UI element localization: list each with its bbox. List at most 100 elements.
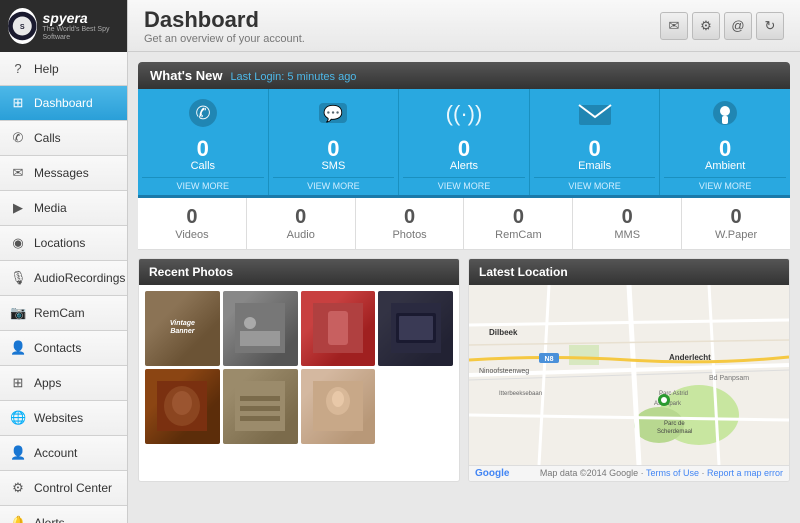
sidebar-item-apps[interactable]: ⊞ Apps: [0, 366, 127, 401]
photo-1[interactable]: VintageBanner: [145, 291, 220, 366]
photo-6[interactable]: [223, 369, 298, 444]
report-link[interactable]: Report a map error: [707, 468, 783, 478]
sms-stat-icon: 💬: [313, 97, 353, 136]
sidebar-label-contacts: Contacts: [34, 341, 81, 355]
ambient-view-more[interactable]: VIEW MORE: [664, 177, 786, 191]
svg-text:💬: 💬: [323, 104, 343, 123]
stat-calls: ✆ 0 Calls VIEW MORE: [138, 89, 269, 195]
media-mms: 0 MMS: [573, 198, 682, 249]
svg-text:S: S: [20, 23, 25, 31]
help-icon: ?: [10, 61, 26, 76]
alerts-label: Alerts: [450, 160, 478, 172]
stat-ambient: 0 Ambient VIEW MORE: [660, 89, 790, 195]
page-subtitle: Get an overview of your account.: [144, 33, 305, 45]
latest-location-panel: Latest Location: [468, 258, 790, 482]
svg-text:Scherdemaal: Scherdemaal: [657, 429, 692, 435]
photo-4[interactable]: [378, 291, 453, 366]
photos-label: Photos: [360, 229, 460, 241]
sms-count: 0: [327, 138, 339, 160]
sidebar-item-contacts[interactable]: 👤 Contacts: [0, 331, 127, 366]
sidebar-item-media[interactable]: ▶ Media: [0, 191, 127, 226]
videos-count: 0: [142, 206, 242, 229]
email-header-button[interactable]: ✉: [660, 12, 688, 40]
sidebar-label-media: Media: [34, 201, 67, 215]
sidebar-label-dashboard: Dashboard: [34, 96, 93, 110]
svg-text:Ninoofsteenweg: Ninoofsteenweg: [479, 368, 529, 375]
latest-location-header: Latest Location: [469, 259, 789, 285]
sidebar-item-audio-recordings[interactable]: 🎙 AudioRecordings: [0, 261, 127, 296]
photos-grid: VintageBanner: [139, 285, 459, 450]
media-audio: 0 Audio: [247, 198, 356, 249]
locations-icon: ◉: [10, 235, 26, 251]
sidebar-label-locations: Locations: [34, 236, 85, 250]
photo-2[interactable]: [223, 291, 298, 366]
stat-sms: 💬 0 SMS VIEW MORE: [269, 89, 400, 195]
main-content: Dashboard Get an overview of your accoun…: [128, 0, 800, 523]
map-data-label: Map data ©2014 Google · Terms of Use · R…: [540, 468, 783, 479]
sidebar-item-locations[interactable]: ◉ Locations: [0, 226, 127, 261]
terms-link[interactable]: Terms of Use: [646, 468, 699, 478]
whats-new-title: What's New: [150, 68, 222, 83]
map-container[interactable]: Ninoofsteenweg Anderlecht Dilbeek Itterb…: [469, 285, 789, 465]
sidebar-label-calls: Calls: [34, 131, 61, 145]
media-photos: 0 Photos: [356, 198, 465, 249]
alerts-view-more[interactable]: VIEW MORE: [403, 177, 525, 191]
emails-view-more[interactable]: VIEW MORE: [534, 177, 656, 191]
calls-stat-icon: ✆: [183, 97, 223, 136]
page-title: Dashboard: [144, 7, 305, 33]
logo-area: S spyera The World's Best Spy Software: [0, 0, 127, 52]
header-actions: ✉ ⚙ @ ↻: [660, 12, 784, 40]
recent-photos-header: Recent Photos: [139, 259, 459, 285]
sidebar-label-alerts: Alerts: [34, 516, 65, 523]
mms-count: 0: [577, 206, 677, 229]
sidebar-label-audio: AudioRecordings: [34, 271, 125, 285]
sidebar-label-apps: Apps: [34, 376, 61, 390]
sidebar-item-messages[interactable]: ✉ Messages: [0, 156, 127, 191]
videos-label: Videos: [142, 229, 242, 241]
refresh-header-button[interactable]: ↻: [756, 12, 784, 40]
logo-tagline: The World's Best Spy Software: [43, 26, 119, 43]
emails-stat-icon: [575, 97, 615, 136]
photos-count: 0: [360, 206, 460, 229]
sms-view-more[interactable]: VIEW MORE: [273, 177, 395, 191]
photo-7[interactable]: [301, 369, 376, 444]
svg-text:Itterbeeksebaan: Itterbeeksebaan: [499, 391, 542, 397]
settings-header-button[interactable]: ⚙: [692, 12, 720, 40]
map-background: Ninoofsteenweg Anderlecht Dilbeek Itterb…: [469, 285, 789, 465]
svg-text:((·)): ((·)): [446, 101, 483, 126]
sidebar-item-calls[interactable]: ✆ Calls: [0, 121, 127, 156]
svg-text:✆: ✆: [195, 103, 210, 123]
calls-view-more[interactable]: VIEW MORE: [142, 177, 264, 191]
svg-text:Anderlecht: Anderlecht: [669, 353, 711, 362]
sidebar-item-websites[interactable]: 🌐 Websites: [0, 401, 127, 436]
whats-new-bar: What's New Last Login: 5 minutes ago: [138, 62, 790, 89]
sidebar-label-websites: Websites: [34, 411, 83, 425]
photo-5[interactable]: [145, 369, 220, 444]
svg-text:Dilbeek: Dilbeek: [489, 328, 518, 337]
logo-brand: spyera: [43, 10, 119, 26]
alerts-count: 0: [458, 138, 470, 160]
audio-label: Audio: [251, 229, 351, 241]
calls-count: 0: [197, 138, 209, 160]
audio-icon: 🎙: [10, 270, 26, 286]
sidebar-item-account[interactable]: 👤 Account: [0, 436, 127, 471]
photo-3[interactable]: [301, 291, 376, 366]
sidebar-item-remcam[interactable]: 📷 RemCam: [0, 296, 127, 331]
sms-label: SMS: [321, 160, 345, 172]
account-icon: 👤: [10, 445, 26, 461]
sidebar-item-alerts[interactable]: 🔔 Alerts: [0, 506, 127, 523]
media-wpaper: 0 W.Paper: [682, 198, 790, 249]
ambient-stat-icon: [705, 97, 745, 136]
emails-count: 0: [588, 138, 600, 160]
sidebar-item-control-center[interactable]: ⚙ Control Center: [0, 471, 127, 506]
recent-photos-panel: Recent Photos VintageBanner: [138, 258, 460, 482]
media-icon: ▶: [10, 200, 26, 216]
at-header-button[interactable]: @: [724, 12, 752, 40]
ambient-count: 0: [719, 138, 731, 160]
sidebar-item-dashboard[interactable]: ⊞ Dashboard: [0, 86, 127, 121]
sidebar-label-account: Account: [34, 446, 77, 460]
stat-emails: 0 Emails VIEW MORE: [530, 89, 661, 195]
control-center-icon: ⚙: [10, 480, 26, 496]
sidebar-item-help[interactable]: ? Help: [0, 52, 127, 86]
logo-icon: S: [8, 8, 37, 44]
